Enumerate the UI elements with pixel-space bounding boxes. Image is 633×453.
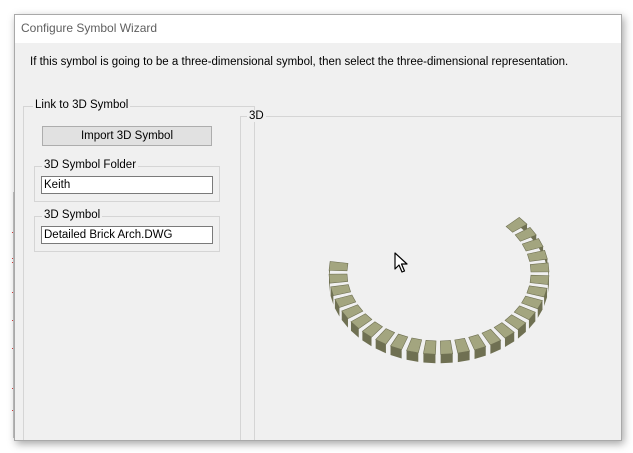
brick	[454, 337, 471, 354]
brick	[440, 340, 454, 355]
brick-side	[440, 353, 453, 364]
brick	[526, 250, 548, 262]
brick	[529, 274, 550, 285]
mouse-pointer-icon	[394, 252, 408, 273]
brick	[328, 261, 349, 272]
brick	[406, 337, 423, 354]
brick-side	[423, 353, 436, 364]
arch-3d-preview	[328, 217, 550, 364]
configure-symbol-dialog: Configure Symbol Wizard If this symbol i…	[14, 14, 622, 441]
brick	[423, 339, 437, 355]
brick	[330, 284, 352, 296]
background-canvas-strip	[0, 0, 15, 453]
brick	[328, 273, 349, 284]
brick	[468, 334, 487, 351]
brick-arch-model	[328, 217, 550, 364]
brick	[529, 262, 550, 273]
brick	[526, 285, 548, 298]
